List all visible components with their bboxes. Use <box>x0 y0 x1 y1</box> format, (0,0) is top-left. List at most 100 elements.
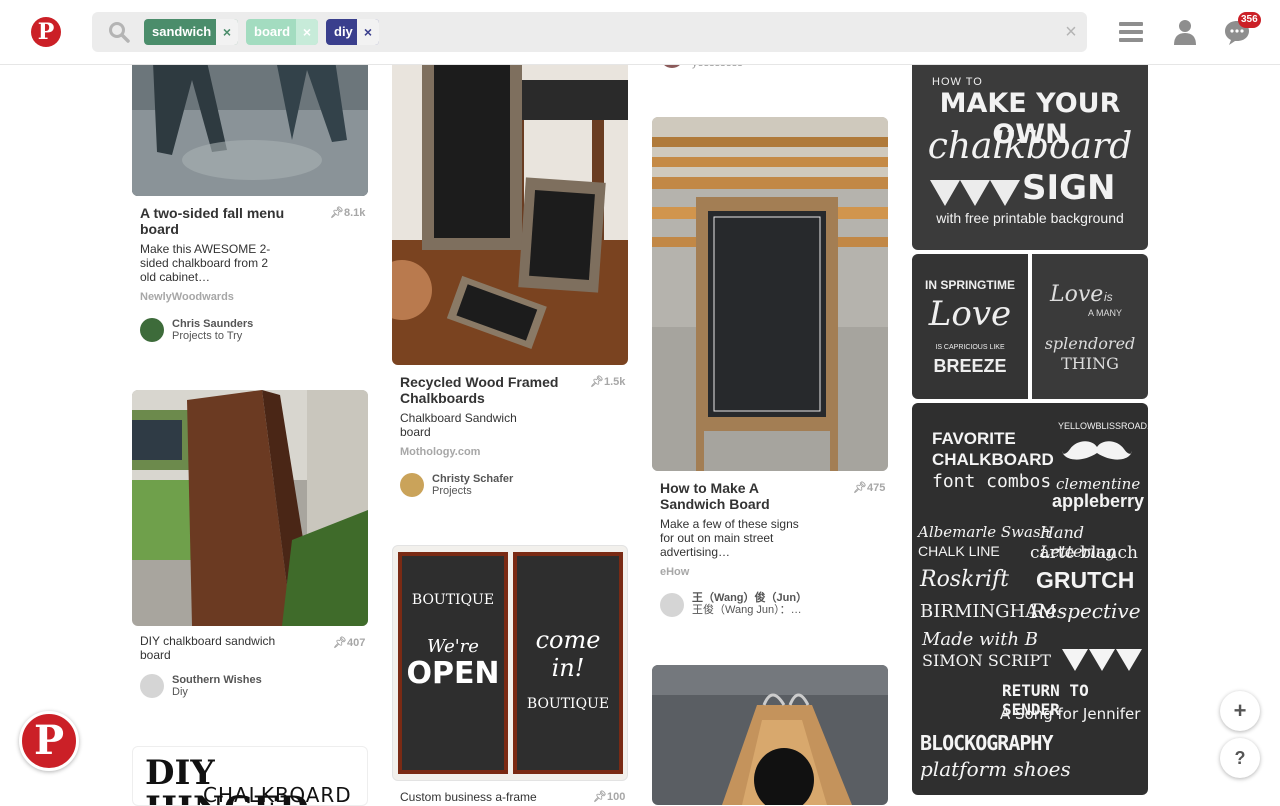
pin-board-name[interactable]: Projects to Try <box>172 330 242 342</box>
pin-title[interactable]: A two-sided fall menu board <box>140 205 300 237</box>
add-pin-button[interactable]: + <box>1220 691 1260 731</box>
pin-image-text: appleberry <box>1052 491 1145 511</box>
pin-title[interactable]: Custom business a-frame <box>400 789 560 805</box>
pin-image-text: YELLOWBLISSROAD.COM <box>1058 421 1148 431</box>
pin-image[interactable]: HOW TO MAKE YOUR OWN chalkboard SIGN wit… <box>912 40 1148 250</box>
pin-image-text: Love <box>1050 282 1104 307</box>
pin-image[interactable] <box>652 117 888 471</box>
pin-user-name[interactable]: Christy Schafer <box>432 473 513 485</box>
pin-image-text: FAVORITE <box>932 429 1016 448</box>
repin-count-value: 1.5k <box>603 376 626 388</box>
repin-count: 📌︎407 <box>333 636 365 649</box>
pin-image-text: A Song for Jennifer <box>1000 705 1141 723</box>
pin-image-text: Roskrift <box>920 567 1009 592</box>
pin-icon: 📌︎ <box>330 207 344 219</box>
search-tag-sandwich[interactable]: sandwich × <box>144 19 238 45</box>
chalkboard-sign-left: BOUTIQUE We're OPEN <box>398 552 508 774</box>
chalkboard-panel: Love is A MANY splendored THING <box>1032 254 1148 399</box>
menu-icon[interactable] <box>1117 18 1145 46</box>
pin-title[interactable]: How to Make A Sandwich Board <box>660 480 820 512</box>
pin-icon: 📌︎ <box>333 637 347 649</box>
remove-tag-icon[interactable]: × <box>296 19 318 45</box>
pin-image-text: BLOCKOGRAPHY <box>920 731 1053 755</box>
remove-tag-icon[interactable]: × <box>216 19 238 45</box>
repin-count-value: 407 <box>346 637 366 649</box>
repin-count-value: 475 <box>866 482 886 494</box>
pin-image[interactable] <box>132 390 368 626</box>
pin-image-text: HOW TO <box>932 76 983 88</box>
pin-image-text: font combos <box>932 471 1052 492</box>
pin-user-name[interactable]: Southern Wishes <box>172 674 262 686</box>
pin-image[interactable] <box>392 40 628 365</box>
mustache-icon <box>1062 441 1132 460</box>
pin-image[interactable]: BOUTIQUE We're OPEN come in! BOUTIQUE <box>392 545 628 781</box>
avatar[interactable] <box>400 473 424 497</box>
chalkboard-sign-right: come in! BOUTIQUE <box>513 552 623 774</box>
search-tag-label: board <box>254 24 291 39</box>
pin-photo <box>652 117 888 471</box>
pin-image-text: IN SPRINGTIME <box>924 278 1015 292</box>
pin-source[interactable]: eHow <box>660 566 689 578</box>
pin-description: DIY chalkboard sandwich board <box>140 634 276 662</box>
pin-image-text: splendored <box>1044 334 1136 353</box>
avatar[interactable] <box>140 674 164 698</box>
pin-board-name[interactable]: 王俊（Wang Jun）：… <box>692 604 802 616</box>
remove-tag-icon[interactable]: × <box>357 19 379 45</box>
chalkboard-panel: IN SPRINGTIME Love IS CAPRICIOUS LIKE BR… <box>912 254 1028 399</box>
pin-icon: 📌︎ <box>590 376 604 388</box>
repin-count-value: 8.1k <box>343 207 366 219</box>
pinterest-logo-icon[interactable]: P <box>19 711 79 771</box>
pin-board-name[interactable]: Projects <box>432 485 472 497</box>
pin-photo <box>392 40 628 365</box>
pin-description: Make this AWESOME 2-sided chalkboard fro… <box>140 242 271 284</box>
pin-image[interactable] <box>652 665 888 805</box>
pin-board-name[interactable]: Diy <box>172 686 188 698</box>
profile-icon[interactable] <box>1171 18 1199 46</box>
pin-image-text: THING <box>1061 354 1119 373</box>
repin-count: 📌︎8.1k <box>330 206 365 219</box>
pin-image-text: We're <box>427 636 479 657</box>
pin-user-name[interactable]: Chris Saunders <box>172 318 253 330</box>
clear-search-icon[interactable]: × <box>1060 19 1082 45</box>
pin-image-text: with free printable background <box>936 210 1124 226</box>
search-tag-label: diy <box>334 24 353 39</box>
pin-icon: 📌︎ <box>853 482 867 494</box>
pin-image[interactable]: DIY HINGED CHALKBOARD <box>132 746 368 806</box>
repin-count-value: 100 <box>606 791 626 803</box>
pin-image-text: Made with B <box>922 629 1038 650</box>
help-button[interactable]: ? <box>1220 738 1260 778</box>
pin-image-text: SIGN <box>1022 168 1116 208</box>
pin-title[interactable]: Recycled Wood Framed Chalkboards <box>400 374 560 406</box>
pin-source[interactable]: Mothology.com <box>400 446 480 458</box>
search-tag-board[interactable]: board × <box>246 19 318 45</box>
pin-image-text: SIMON SCRIPT <box>922 651 1051 670</box>
pin-icon: 📌︎ <box>593 791 607 803</box>
pin-image-text: CHALKBOARD <box>932 450 1054 469</box>
pin-image-text: BOUTIQUE <box>526 696 610 712</box>
repin-count: 📌︎475 <box>853 481 885 494</box>
pin-image-text: chalkboard <box>927 126 1133 167</box>
avatar[interactable] <box>140 318 164 342</box>
pin-image-text: BOUTIQUE <box>411 592 495 608</box>
search-bar[interactable]: sandwich × board × diy × × <box>92 12 1087 52</box>
pinterest-logo-icon[interactable]: P <box>31 17 61 47</box>
repin-count: 📌︎100 <box>593 790 625 803</box>
pin-image-text: come <box>535 626 601 654</box>
search-icon <box>109 22 130 43</box>
pin-image-text: Albemarle Swash <box>918 523 1051 541</box>
pin-image-text: IS CAPRICIOUS LIKE <box>935 344 1005 351</box>
search-tag-diy[interactable]: diy × <box>326 19 379 45</box>
pin-image-text: CHALKBOARD <box>203 783 352 806</box>
pin-user-name[interactable]: 王（Wang）俊（Jun） <box>692 592 807 604</box>
avatar[interactable] <box>660 593 684 617</box>
notification-badge: 356 <box>1238 12 1261 28</box>
bunting-decoration <box>1062 649 1142 671</box>
pin-source[interactable]: NewlyWoodwards <box>140 291 234 303</box>
pin-image[interactable]: IN SPRINGTIME Love IS CAPRICIOUS LIKE BR… <box>912 254 1148 399</box>
search-tag-label: sandwich <box>152 24 212 39</box>
top-bar: P sandwich × board × diy × × 356 <box>0 0 1280 65</box>
pin-image-text: Love <box>928 294 1012 334</box>
pin-image-text: in! <box>551 654 585 682</box>
pin-image[interactable]: FAVORITE CHALKBOARD font combos YELLOWBL… <box>912 403 1148 795</box>
pin-image-text: OPEN <box>406 656 500 691</box>
